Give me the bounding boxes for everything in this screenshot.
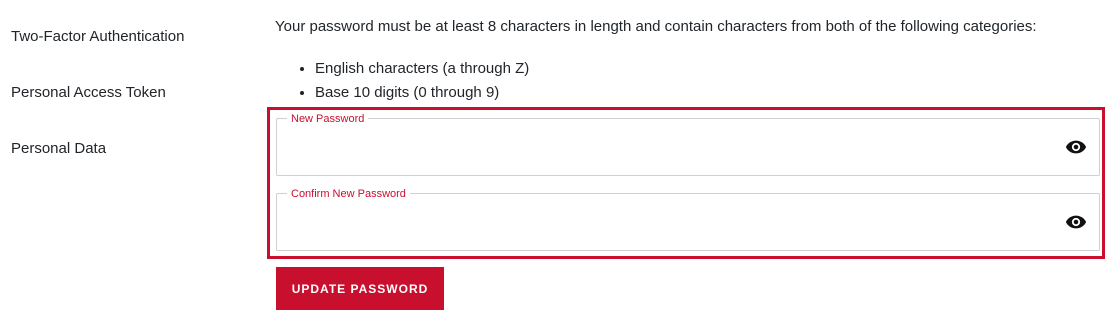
sidebar-item-two-factor-authentication[interactable]: Two-Factor Authentication (11, 28, 184, 45)
eye-icon[interactable] (1065, 211, 1087, 233)
confirm-password-field: Confirm New Password (276, 188, 1100, 251)
update-password-button[interactable]: UPDATE PASSWORD (276, 267, 444, 310)
sidebar-item-personal-data[interactable]: Personal Data (11, 140, 106, 157)
new-password-label: New Password (287, 113, 369, 125)
confirm-password-label: Confirm New Password (287, 188, 410, 200)
password-rules-list: English characters (a through Z) Base 10… (295, 57, 529, 105)
new-password-field: New Password (276, 113, 1100, 176)
confirm-password-input[interactable] (291, 210, 1051, 240)
password-settings-page: Two-Factor Authentication Personal Acces… (0, 0, 1110, 321)
new-password-input[interactable] (291, 135, 1051, 165)
password-requirements-text: Your password must be at least 8 charact… (275, 18, 1037, 35)
sidebar-item-personal-access-token[interactable]: Personal Access Token (11, 84, 166, 101)
password-rule-item: Base 10 digits (0 through 9) (315, 81, 529, 105)
eye-icon[interactable] (1065, 136, 1087, 158)
password-rule-item: English characters (a through Z) (315, 57, 529, 81)
